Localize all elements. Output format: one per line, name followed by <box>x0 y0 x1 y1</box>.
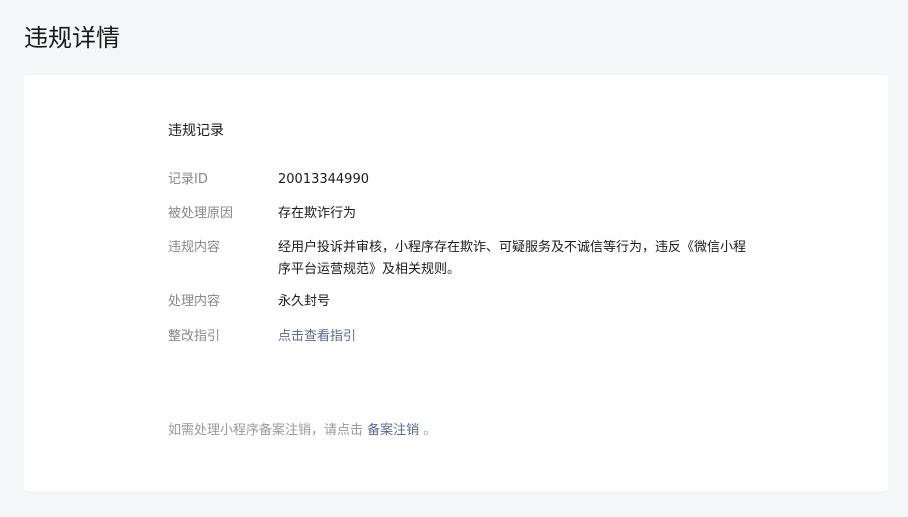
penalty-label: 处理内容 <box>168 294 221 309</box>
page-title: 违规详情 <box>24 24 120 52</box>
footer-note: 如需处理小程序备案注销，请点击 备案注销 。 <box>168 420 436 442</box>
rectification-guide-label: 整改指引 <box>168 329 221 344</box>
violation-content-label: 违规内容 <box>168 240 221 255</box>
record-id-value: 20013344990 <box>278 172 369 187</box>
reason-label: 被处理原因 <box>168 206 234 221</box>
filing-cancellation-link[interactable]: 备案注销 <box>367 423 419 438</box>
record-id-label: 记录ID <box>168 172 208 187</box>
view-guide-link[interactable]: 点击查看指引 <box>278 326 748 348</box>
violation-content-value: 经用户投诉并审核，小程序存在欺诈、可疑服务及不诚信等行为，违反《微信小程序平台运… <box>278 240 747 277</box>
reason-value: 存在欺诈行为 <box>278 206 357 221</box>
section-title: 违规记录 <box>168 123 224 139</box>
violation-record-card: 违规记录 记录ID 20013344990 被处理原因 存在欺诈行为 违规内容 … <box>24 75 888 491</box>
footer-note-prefix: 如需处理小程序备案注销，请点击 <box>168 423 368 438</box>
footer-note-suffix: 。 <box>419 423 437 438</box>
penalty-value: 永久封号 <box>278 294 331 309</box>
